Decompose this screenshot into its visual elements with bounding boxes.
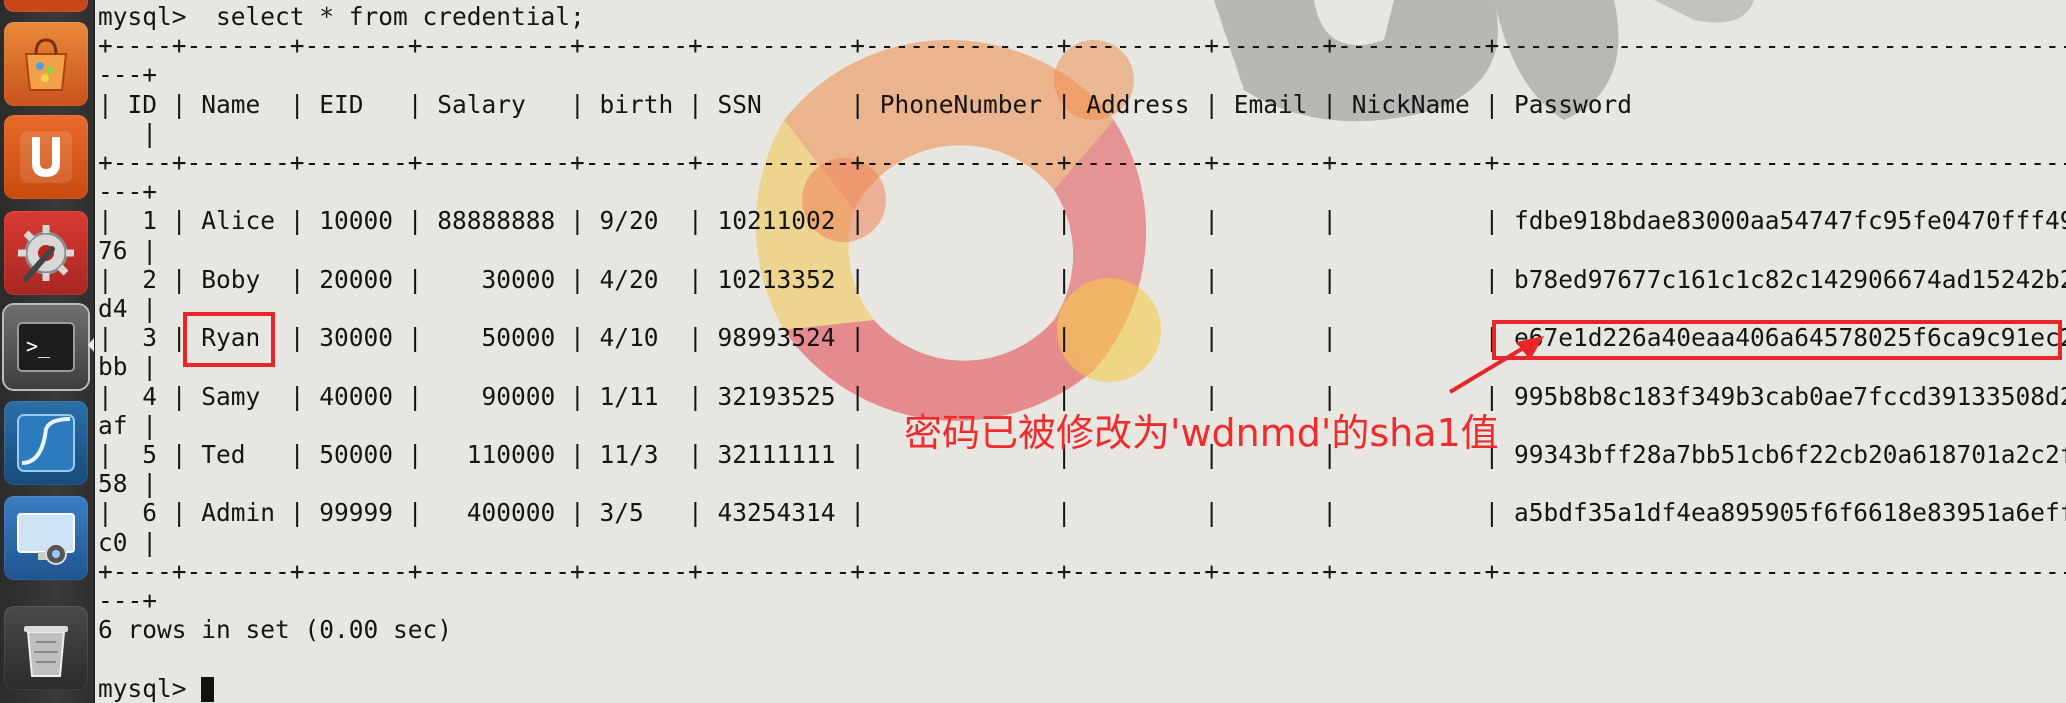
ubuntu-one-icon[interactable] <box>4 115 88 199</box>
table-row-wrap: bb | <box>98 352 158 382</box>
terminal-line: mysql> select * from credential; <box>98 2 585 31</box>
wireshark-icon[interactable] <box>4 401 88 485</box>
annotation-arrow <box>1448 336 1544 394</box>
table-row-wrap: d4 | <box>98 294 158 324</box>
trash-icon[interactable] <box>4 606 88 690</box>
result-summary: 6 rows in set (0.00 sec) <box>98 615 453 645</box>
table-border: +----+-------+-------+----------+-------… <box>98 556 2066 586</box>
highlight-name-ryan <box>183 312 275 367</box>
highlight-password-ryan <box>1492 320 2062 360</box>
table-border: +----+-------+-------+----------+-------… <box>98 148 2066 178</box>
annotation-note: 密码已被修改为'wdnmd'的sha1值 <box>904 411 1499 455</box>
table-row: | 1 | Alice | 10000 | 88888888 | 9/20 | … <box>98 206 2066 236</box>
terminal-icon[interactable]: >_ <box>4 305 88 389</box>
table-row: | 2 | Boby | 20000 | 30000 | 4/20 | 1021… <box>98 264 2066 294</box>
table-row: | 6 | Admin | 99999 | 400000 | 3/5 | 432… <box>98 498 2066 528</box>
table-row-wrap: 58 | <box>98 469 158 499</box>
terminal-window[interactable]: mysql> select * from credential; +----+-… <box>94 0 2066 703</box>
table-border-wrap: ---+ <box>98 586 158 616</box>
system-settings-icon[interactable] <box>4 211 88 295</box>
launcher: >_ <box>0 0 95 703</box>
table-header-wrap: | <box>98 118 158 148</box>
table-border-wrap: ---+ <box>98 177 158 207</box>
mysql-prompt[interactable]: mysql> <box>98 674 201 703</box>
screenshot-icon[interactable] <box>4 496 88 580</box>
table-row-wrap: 76 | <box>98 235 158 265</box>
table-row-wrap: c0 | <box>98 527 158 557</box>
text-cursor <box>201 676 215 702</box>
software-center-icon[interactable] <box>4 22 88 106</box>
table-border-wrap: ---+ <box>98 60 158 90</box>
table-row-wrap: af | <box>98 410 158 440</box>
svg-text:>_: >_ <box>26 334 51 358</box>
table-border: +----+-------+-------+----------+-------… <box>98 31 2066 61</box>
launcher-partial-icon[interactable] <box>4 0 88 12</box>
table-header: | ID | Name | EID | Salary | birth | SSN… <box>98 89 1633 119</box>
